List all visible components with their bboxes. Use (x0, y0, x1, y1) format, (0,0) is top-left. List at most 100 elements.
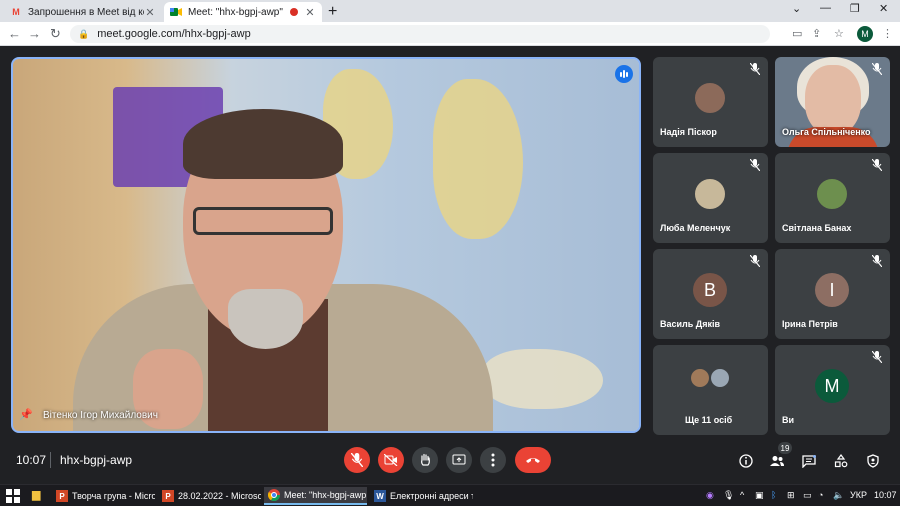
url-text: meet.google.com/hhx-bgpj-awp (97, 28, 251, 40)
close-window-icon[interactable]: ✕ (879, 2, 888, 15)
speaker-glasses (193, 207, 333, 235)
raise-hand-button[interactable] (412, 447, 438, 473)
participant-tile[interactable]: Світлана Банах (775, 153, 890, 243)
taskbar-item-powerpoint-2[interactable]: P 28.02.2022 - Microsof... (158, 487, 261, 505)
activities-button[interactable] (832, 452, 850, 470)
meeting-control-bar: 10:07 hhx-bgpj-awp (0, 440, 900, 480)
leave-call-button[interactable] (515, 447, 551, 473)
speaker-hair (183, 109, 343, 179)
chat-button[interactable] (800, 452, 818, 470)
self-avatar: M (815, 369, 849, 403)
new-tab-button[interactable]: + (328, 3, 337, 21)
minimize-window-icon[interactable]: — (820, 2, 831, 14)
camera-off-icon (384, 454, 398, 466)
speaker-name: Вітенко Ігор Михайлович (43, 410, 158, 421)
meeting-details-button[interactable] (737, 452, 755, 470)
mic-off-icon (351, 453, 363, 467)
more-participants-tile[interactable]: Ще 11 осіб (653, 345, 768, 435)
map-decoration (483, 349, 603, 409)
participant-tile[interactable]: Надія Піскор (653, 57, 768, 147)
toggle-camera-button[interactable] (378, 447, 404, 473)
divider (50, 452, 51, 468)
info-icon (739, 454, 753, 468)
speaker-beard (228, 289, 303, 349)
lock-icon: 🔒 (78, 28, 90, 39)
participant-avatar (815, 177, 849, 211)
hang-up-icon (526, 458, 540, 463)
menu-icon[interactable]: ⋮ (882, 27, 893, 40)
share-icon[interactable]: ⇪ (812, 27, 821, 40)
battery-icon[interactable]: ▭ (803, 490, 812, 501)
self-tile[interactable]: M Ви (775, 345, 890, 435)
participant-tile[interactable]: І Ірина Петрів (775, 249, 890, 339)
show-hidden-icons[interactable]: ^ (740, 490, 744, 500)
shield-icon (867, 454, 879, 468)
participant-avatar (693, 177, 727, 211)
participants-button[interactable] (768, 452, 786, 470)
camera-permission-icon[interactable]: ▭ (792, 27, 802, 40)
reload-icon[interactable]: ↻ (50, 26, 61, 42)
powerpoint-icon: P (56, 490, 68, 502)
bookmark-star-icon[interactable]: ☆ (834, 27, 844, 40)
profile-avatar[interactable]: M (857, 26, 873, 42)
browser-toolbar: ← → ↻ 🔒 meet.google.com/hhx-bgpj-awp ▭ ⇪… (0, 22, 900, 46)
input-language[interactable]: УКР (850, 490, 867, 500)
forward-arrow-icon[interactable]: → (28, 26, 41, 41)
microphone-tray-icon[interactable]: 🎙 (723, 490, 734, 501)
participant-avatar-stack (689, 367, 733, 391)
chat-icon (802, 454, 816, 468)
file-explorer-icon[interactable]: ▆ (32, 488, 40, 501)
recording-indicator-icon (290, 8, 298, 16)
tray-app-icon[interactable]: ⊞ (787, 490, 795, 501)
taskbar-item-label: Meet: "hhx-bgpj-awp... (284, 490, 367, 500)
participant-name: Надія Піскор (660, 127, 717, 137)
system-clock[interactable]: 10:07 (874, 490, 897, 500)
speaking-indicator-icon (615, 65, 633, 83)
mic-off-icon (872, 159, 882, 171)
windows-taskbar: ▆ P Творча група - Micro... P 28.02.2022… (0, 484, 900, 506)
address-bar[interactable]: 🔒 meet.google.com/hhx-bgpj-awp (70, 25, 770, 43)
pin-icon[interactable]: 📌 (19, 408, 33, 421)
bluetooth-icon[interactable]: ᛒ (771, 490, 776, 500)
close-tab-icon[interactable]: ✕ (144, 6, 156, 19)
tab-meet[interactable]: Meet: "hhx-bgpj-awp" ✕ (164, 2, 322, 22)
participant-name: Люба Меленчук (660, 223, 731, 233)
viber-icon[interactable]: ◉ (706, 490, 714, 501)
restore-window-icon[interactable]: ❐ (850, 2, 860, 15)
host-controls-button[interactable] (864, 452, 882, 470)
participant-avatar: І (815, 273, 849, 307)
browser-tab-strip: M Запрошення в Meet від користу ✕ Meet: … (0, 0, 900, 22)
tab-title: Запрошення в Meet від користу (28, 6, 144, 18)
tab-search-icon[interactable]: ⌄ (792, 2, 801, 15)
tab-gmail-invite[interactable]: M Запрошення в Meet від користу ✕ (4, 2, 162, 22)
participant-tile[interactable]: В Василь Дяків (653, 249, 768, 339)
participant-video-face (805, 65, 861, 135)
shapes-icon (834, 454, 848, 468)
taskbar-item-word[interactable]: W Електронні адреси т... (370, 487, 473, 505)
close-tab-icon[interactable]: ✕ (304, 6, 316, 19)
more-options-button[interactable] (480, 447, 506, 473)
self-name: Ви (782, 415, 795, 425)
taskbar-item-label: 28.02.2022 - Microsof... (178, 491, 261, 501)
mic-off-icon (750, 63, 760, 75)
windows-start-icon[interactable] (6, 489, 20, 503)
participant-tile[interactable]: Люба Меленчук (653, 153, 768, 243)
participant-tile[interactable]: Ольга Спільніченко (775, 57, 890, 147)
taskbar-item-powerpoint-1[interactable]: P Творча група - Micro... (52, 487, 155, 505)
participant-name: Василь Дяків (660, 319, 720, 329)
more-vert-icon (491, 453, 495, 467)
toggle-mic-button[interactable] (344, 447, 370, 473)
taskbar-item-chrome[interactable]: Meet: "hhx-bgpj-awp... (264, 487, 367, 505)
participant-name: Ірина Петрів (782, 319, 838, 329)
chrome-icon (268, 489, 280, 501)
main-speaker-video[interactable]: 📌 Вітенко Ігор Михайлович (11, 57, 641, 433)
mic-off-icon (872, 255, 882, 267)
tray-app-icon[interactable]: ▣ (755, 490, 764, 501)
tab-title: Meet: "hhx-bgpj-awp" (188, 6, 283, 18)
volume-icon[interactable]: 🔈 (833, 490, 844, 501)
network-icon[interactable]: ◔ (818, 490, 823, 500)
participant-avatar: В (693, 273, 727, 307)
present-screen-button[interactable] (446, 447, 472, 473)
more-participants-label: Ще 11 осіб (685, 415, 733, 425)
back-arrow-icon[interactable]: ← (8, 26, 21, 41)
